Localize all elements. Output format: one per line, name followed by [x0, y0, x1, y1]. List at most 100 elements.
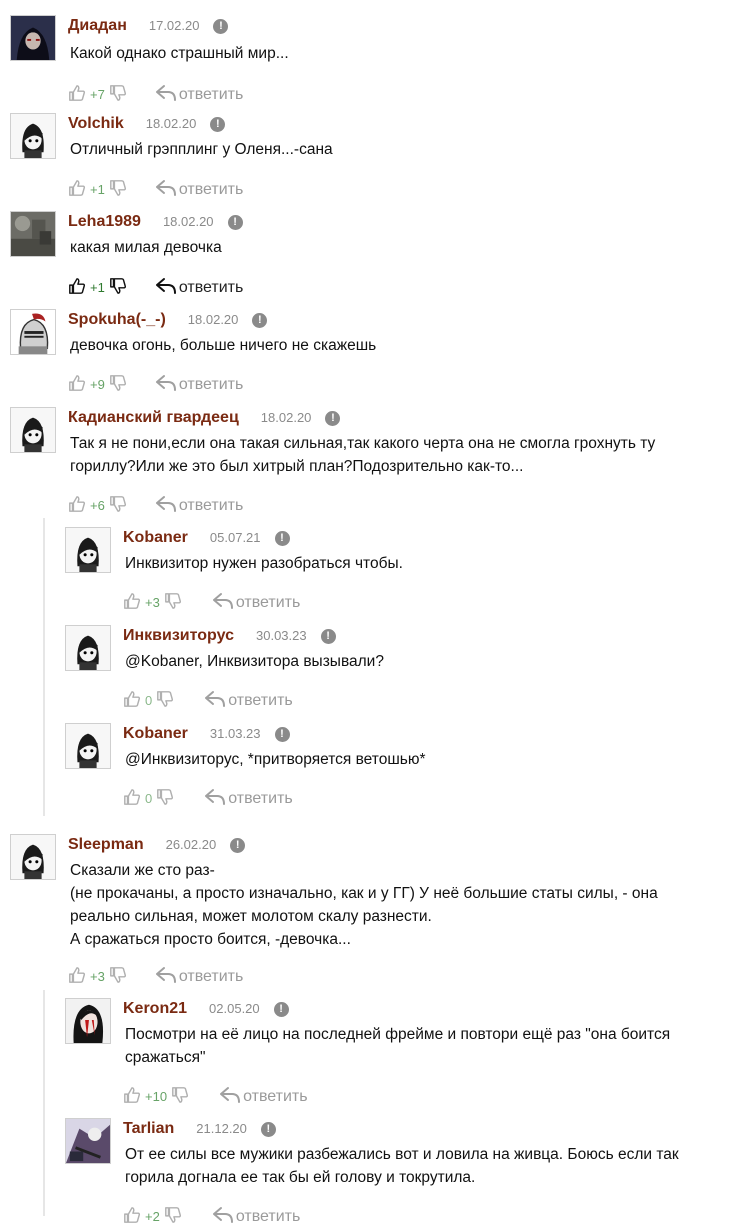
comment-text: Какой однако страшный мир... [70, 42, 289, 65]
author-name[interactable]: Кадианский гвардеец [68, 409, 239, 426]
thumbs-down-icon[interactable] [164, 593, 182, 611]
thumbs-down-icon[interactable] [171, 1087, 189, 1105]
comment-date: 21.12.20 [196, 1121, 247, 1136]
info-icon[interactable]: ! [213, 19, 229, 34]
comment-text: Инквизитор нужен разобраться чтобы. [125, 552, 403, 575]
comment-text-line: Отличный грэпплинг у Оленя...-сана [70, 141, 333, 158]
avatar[interactable] [65, 1118, 111, 1164]
author-name[interactable]: Tarlian [123, 1120, 174, 1137]
reply-label: ответить [178, 181, 244, 198]
avatar[interactable] [65, 625, 111, 671]
reply-label: ответить [178, 279, 244, 296]
reply-label: ответить [228, 692, 293, 709]
thumbs-down-icon[interactable] [109, 967, 127, 985]
info-icon[interactable]: ! [273, 1002, 289, 1017]
thumbs-up-icon[interactable] [123, 789, 141, 807]
info-icon[interactable]: ! [230, 838, 246, 853]
thumbs-down-icon[interactable] [109, 180, 127, 198]
thumbs-up-icon[interactable] [123, 1207, 141, 1225]
avatar[interactable] [10, 15, 56, 61]
comment-date: 18.02.20 [145, 116, 197, 131]
info-icon[interactable]: ! [320, 629, 336, 644]
reply-button[interactable]: ответить [155, 85, 244, 103]
thumbs-down-icon[interactable] [164, 1207, 182, 1225]
comment-text-line: Так я не пони,если она такая сильная,так… [70, 435, 656, 452]
comment-date: 05.07.21 [209, 530, 261, 545]
thumbs-up-icon[interactable] [68, 278, 86, 296]
thumbs-down-icon[interactable] [109, 278, 127, 296]
info-icon[interactable]: ! [274, 531, 290, 546]
avatar[interactable] [10, 211, 56, 257]
reply-button[interactable]: ответить [155, 180, 244, 198]
info-icon[interactable]: ! [260, 1122, 276, 1137]
thumbs-down-icon[interactable] [156, 789, 174, 807]
reply-button[interactable]: ответить [155, 278, 244, 296]
avatar[interactable] [65, 998, 111, 1044]
comment-text: Отличный грэпплинг у Оленя...-сана [70, 138, 333, 161]
reply-arrow-icon [155, 375, 179, 393]
info-icon[interactable]: ! [274, 727, 290, 742]
reply-label: ответить [228, 790, 293, 807]
comment-text: Так я не пони,если она такая сильная,так… [70, 432, 655, 478]
reply-arrow-icon [155, 496, 179, 514]
avatar[interactable] [10, 309, 56, 355]
info-icon[interactable]: ! [252, 313, 268, 328]
thumbs-up-icon[interactable] [68, 496, 86, 514]
reply-button[interactable]: ответить [155, 496, 244, 514]
reply-label: ответить [178, 497, 244, 514]
avatar[interactable] [65, 527, 111, 573]
comment-date: 31.03.23 [209, 726, 261, 741]
author-name[interactable]: Sleepman [68, 836, 144, 853]
comment-text: Посмотри на её лицо на последней фрейме … [125, 1023, 670, 1069]
vote-count: +9 [90, 377, 105, 392]
info-icon[interactable]: ! [325, 411, 341, 426]
thumbs-down-icon[interactable] [156, 691, 174, 709]
comment-text-line: гориллу?Или же это был хитрый план?Подоз… [70, 458, 524, 475]
comment-text: @Kobaner, Инквизитора вызывали? [125, 650, 384, 673]
comment-text: какая милая девочка [70, 236, 222, 259]
thumbs-up-icon[interactable] [123, 1087, 141, 1105]
thumbs-down-icon[interactable] [109, 85, 127, 103]
reply-label: ответить [178, 86, 244, 103]
author-name[interactable]: Kobaner [123, 725, 188, 742]
thumbs-up-icon[interactable] [123, 593, 141, 611]
author-name[interactable]: Spokuha(-_-) [68, 311, 166, 328]
author-name[interactable]: Volchik [68, 115, 124, 132]
comment-actions: +10 ответить [123, 1086, 308, 1108]
info-icon[interactable]: ! [210, 117, 226, 132]
author-name[interactable]: Диадан [68, 17, 127, 34]
author-name[interactable]: Kobaner [123, 529, 188, 546]
reply-arrow-icon [155, 967, 179, 985]
vote-count: 0 [145, 693, 153, 708]
thumbs-up-icon[interactable] [68, 967, 86, 985]
avatar[interactable] [65, 723, 111, 769]
reply-label: ответить [243, 1088, 308, 1105]
thumbs-down-icon[interactable] [109, 496, 127, 514]
info-icon[interactable]: ! [227, 215, 243, 230]
comment-actions: 0 ответить [123, 788, 293, 810]
reply-label: ответить [235, 1208, 301, 1225]
avatar[interactable] [10, 834, 56, 880]
thumbs-up-icon[interactable] [68, 180, 86, 198]
thumbs-up-icon[interactable] [68, 85, 86, 103]
reply-button[interactable]: ответить [204, 789, 293, 807]
reply-button[interactable]: ответить [155, 375, 243, 393]
comment-actions: +6 ответить [68, 495, 243, 517]
reply-button[interactable]: ответить [212, 1207, 301, 1225]
comment-date: 18.02.20 [187, 312, 239, 327]
reply-button[interactable]: ответить [212, 593, 300, 611]
reply-button[interactable]: ответить [155, 967, 243, 985]
author-name[interactable]: Leha1989 [68, 213, 141, 230]
thumbs-up-icon[interactable] [68, 375, 86, 393]
avatar[interactable] [10, 407, 56, 453]
thumbs-down-icon[interactable] [109, 375, 127, 393]
reply-arrow-icon [204, 789, 228, 807]
reply-button[interactable]: ответить [219, 1087, 308, 1105]
reply-button[interactable]: ответить [204, 691, 293, 709]
reply-arrow-icon [155, 278, 179, 296]
thumbs-up-icon[interactable] [123, 691, 141, 709]
author-name[interactable]: Инквизиторус [123, 627, 234, 644]
author-name[interactable]: Keron21 [123, 1000, 187, 1017]
avatar[interactable] [10, 113, 56, 159]
vote-count: +3 [145, 595, 160, 610]
